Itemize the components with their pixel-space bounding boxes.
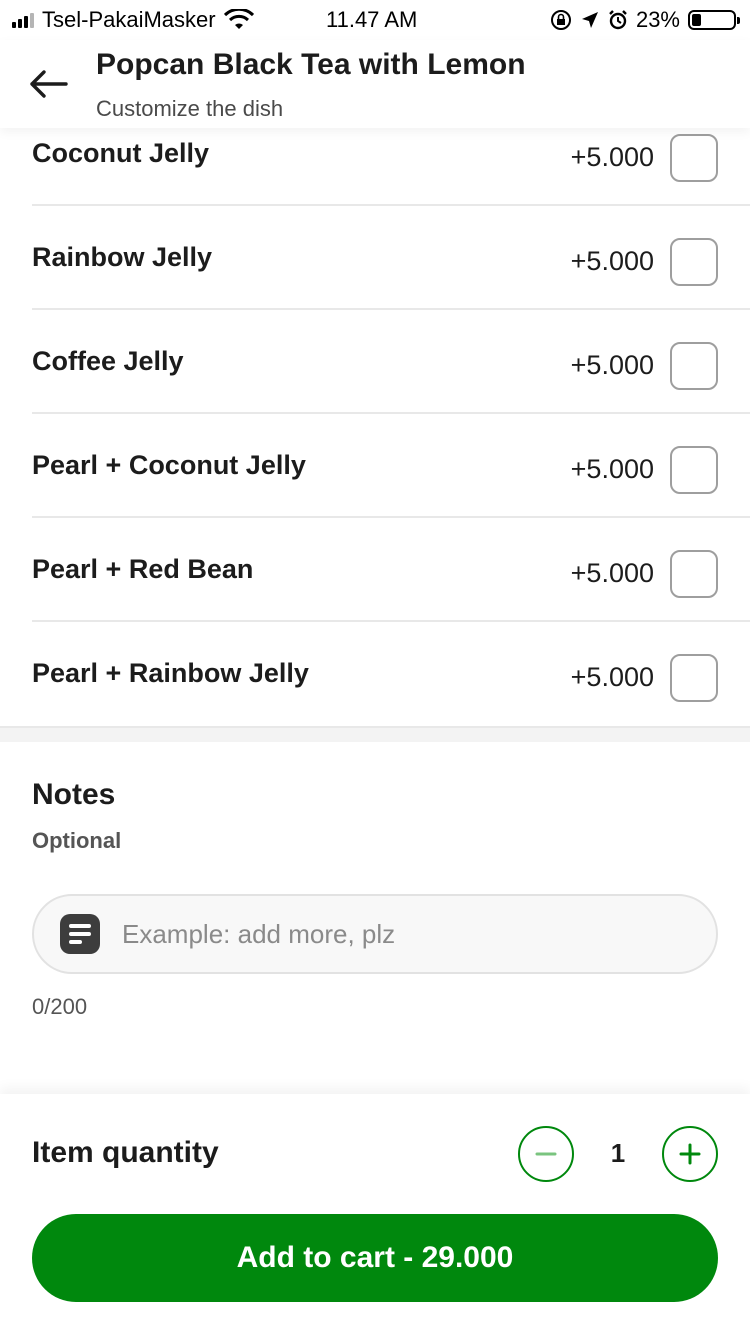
addon-price: +5.000 <box>570 350 654 380</box>
page-header: Popcan Black Tea with Lemon Customize th… <box>0 40 750 128</box>
minus-icon <box>535 1152 557 1156</box>
notes-char-counter: 0/200 <box>32 994 88 1019</box>
page-title: Popcan Black Tea with Lemon <box>96 48 526 81</box>
addon-item[interactable]: Pearl + Rainbow Jelly +5.000 <box>32 622 750 726</box>
status-left: Tsel-PakaiMasker <box>12 7 254 33</box>
notes-field[interactable] <box>32 894 718 974</box>
addon-price: +5.000 <box>570 454 654 484</box>
back-button[interactable] <box>26 62 70 106</box>
addon-price: +5.000 <box>570 142 654 172</box>
carrier-name: Tsel-PakaiMasker <box>42 7 216 32</box>
addon-checkbox[interactable] <box>670 342 718 390</box>
signal-icon <box>12 12 34 28</box>
plus-icon <box>679 1143 701 1165</box>
addon-item[interactable]: Pearl + Coconut Jelly +5.000 <box>32 414 750 518</box>
decrease-quantity-button[interactable] <box>518 1126 574 1182</box>
addon-name: Pearl + Red Bean <box>32 554 254 584</box>
notes-input[interactable] <box>122 918 682 950</box>
addon-checkbox[interactable] <box>670 446 718 494</box>
page-subtitle: Customize the dish <box>96 96 284 121</box>
addon-item[interactable]: Pearl + Red Bean +5.000 <box>32 518 750 622</box>
bottom-bar: Item quantity 1 Add to cart - 29.000 <box>0 1094 750 1334</box>
alarm-icon <box>609 10 627 30</box>
battery-percent: 23% <box>635 7 680 32</box>
addon-checkbox[interactable] <box>670 654 718 702</box>
status-time: 11.47 AM <box>326 7 418 32</box>
addon-name: Pearl + Rainbow Jelly <box>32 658 309 688</box>
addon-checkbox[interactable] <box>670 134 718 182</box>
status-bar: Tsel-PakaiMasker 11.47 AM 23% <box>0 0 750 40</box>
addon-checkbox[interactable] <box>670 550 718 598</box>
addon-item[interactable]: Coffee Jelly +5.000 <box>32 310 750 414</box>
rotation-lock-icon <box>550 10 571 30</box>
section-divider <box>0 726 750 742</box>
notes-optional-label: Optional <box>32 828 122 853</box>
battery-icon <box>688 10 740 30</box>
addon-price: +5.000 <box>570 662 654 692</box>
note-icon <box>60 914 100 954</box>
quantity-label: Item quantity <box>32 1136 219 1169</box>
location-icon <box>581 12 598 28</box>
add-to-cart-button[interactable]: Add to cart - 29.000 <box>32 1214 718 1302</box>
addon-item[interactable]: Rainbow Jelly +5.000 <box>32 206 750 310</box>
notes-title: Notes <box>32 778 116 811</box>
arrow-left-icon <box>30 70 68 98</box>
wifi-icon <box>223 9 254 29</box>
addon-name: Rainbow Jelly <box>32 242 213 272</box>
increase-quantity-button[interactable] <box>662 1126 718 1182</box>
addon-price: +5.000 <box>570 246 654 276</box>
addon-name: Pearl + Coconut Jelly <box>32 450 306 480</box>
quantity-value: 1 <box>610 1138 626 1168</box>
addon-checkbox[interactable] <box>670 238 718 286</box>
status-right: 23% <box>550 7 740 33</box>
addon-price: +5.000 <box>570 558 654 588</box>
addon-name: Coffee Jelly <box>32 346 184 376</box>
addon-name: Coconut Jelly <box>32 138 210 168</box>
addon-list: Coconut Jelly +5.000 Rainbow Jelly +5.00… <box>0 102 750 726</box>
